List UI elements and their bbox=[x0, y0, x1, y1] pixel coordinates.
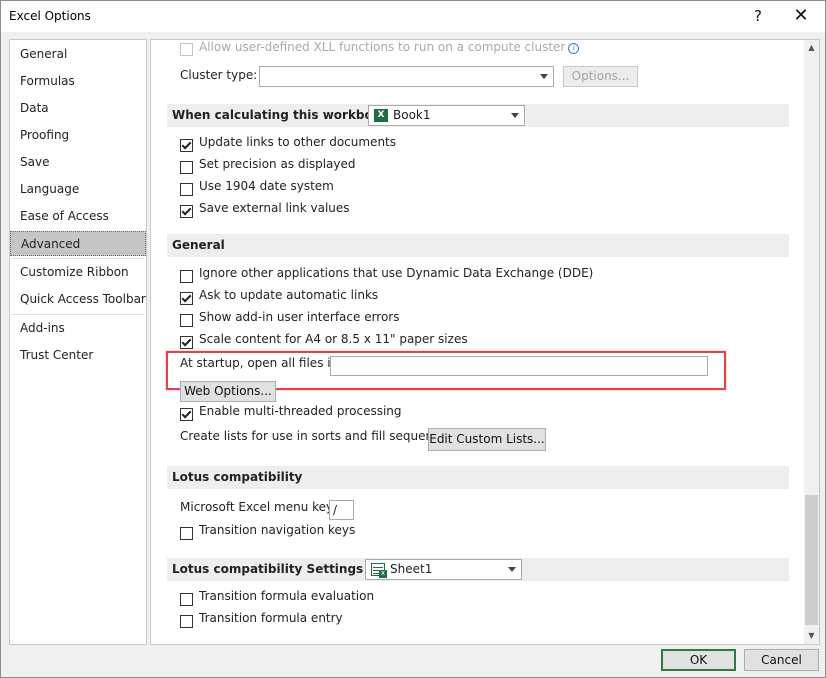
xll-cluster-checkbox[interactable] bbox=[180, 43, 193, 56]
multithreaded-checkbox[interactable] bbox=[180, 408, 193, 421]
edit-custom-lists-button[interactable]: Edit Custom Lists... bbox=[428, 428, 546, 451]
menu-key-input[interactable]: / bbox=[329, 500, 354, 520]
sidebar-item-data[interactable]: Data bbox=[10, 96, 146, 121]
save-external-link-checkbox[interactable] bbox=[180, 205, 193, 218]
ignore-dde-checkbox[interactable] bbox=[180, 270, 193, 283]
dialog-title: Excel Options bbox=[9, 9, 91, 23]
scale-content-label: Scale content for A4 or 8.5 x 11" paper … bbox=[199, 332, 468, 346]
excel-workbook-icon: X bbox=[374, 109, 388, 122]
transition-formula-eval-label: Transition formula evaluation bbox=[199, 589, 375, 603]
scroll-up-icon[interactable]: ▲ bbox=[804, 40, 819, 56]
transition-nav-keys-checkbox[interactable] bbox=[180, 527, 193, 540]
cluster-options-button[interactable]: Options... bbox=[563, 66, 638, 87]
section-header-general: General bbox=[167, 234, 789, 257]
sidebar-item-general[interactable]: General bbox=[10, 42, 146, 67]
chevron-down-icon bbox=[511, 113, 519, 118]
sheet-dropdown[interactable]: Sheet1 bbox=[365, 559, 522, 580]
sidebar-item-advanced[interactable]: Advanced bbox=[10, 231, 146, 256]
date-1904-checkbox[interactable] bbox=[180, 183, 193, 196]
transition-formula-entry-label: Transition formula entry bbox=[199, 611, 343, 625]
sidebar-item-trust-center[interactable]: Trust Center bbox=[10, 343, 146, 368]
sidebar-item-language[interactable]: Language bbox=[10, 177, 146, 202]
category-sidebar: General Formulas Data Proofing Save Lang… bbox=[9, 39, 147, 645]
show-addin-errors-checkbox[interactable] bbox=[180, 314, 193, 327]
sidebar-divider bbox=[11, 258, 144, 259]
title-bar: Excel Options ? ✕ bbox=[1, 1, 825, 32]
sidebar-item-add-ins[interactable]: Add-ins bbox=[10, 316, 146, 341]
section-header-lotus: Lotus compatibility bbox=[167, 466, 789, 489]
sidebar-item-ease-of-access[interactable]: Ease of Access bbox=[10, 204, 146, 229]
excel-options-dialog: Excel Options ? ✕ General Formulas Data … bbox=[0, 0, 826, 678]
sidebar-divider bbox=[11, 314, 144, 315]
save-external-link-label: Save external link values bbox=[199, 201, 350, 215]
close-icon: ✕ bbox=[793, 5, 809, 26]
menu-key-label: Microsoft Excel menu key: bbox=[180, 500, 337, 514]
date-1904-label: Use 1904 date system bbox=[199, 179, 334, 193]
sidebar-item-customize-ribbon[interactable]: Customize Ribbon bbox=[10, 260, 146, 285]
custom-lists-label: Create lists for use in sorts and fill s… bbox=[180, 429, 458, 443]
transition-nav-keys-label: Transition navigation keys bbox=[199, 523, 356, 537]
scroll-down-icon[interactable]: ▼ bbox=[804, 628, 819, 644]
ask-update-links-label: Ask to update automatic links bbox=[199, 288, 379, 302]
update-links-checkbox[interactable] bbox=[180, 139, 193, 152]
sidebar-item-proofing[interactable]: Proofing bbox=[10, 123, 146, 148]
ok-button[interactable]: OK bbox=[661, 649, 736, 671]
cluster-type-dropdown[interactable] bbox=[259, 66, 554, 87]
chevron-down-icon bbox=[508, 567, 516, 572]
ask-update-links-checkbox[interactable] bbox=[180, 292, 193, 305]
startup-folder-label: At startup, open all files in: bbox=[180, 356, 343, 370]
xll-cluster-label: Allow user-defined XLL functions to run … bbox=[199, 40, 580, 54]
scrollbar-thumb[interactable] bbox=[805, 495, 818, 625]
close-button[interactable]: ✕ bbox=[781, 4, 821, 28]
web-options-button[interactable]: Web Options... bbox=[180, 381, 276, 402]
set-precision-checkbox[interactable] bbox=[180, 161, 193, 174]
worksheet-icon bbox=[371, 563, 387, 578]
multithreaded-label: Enable multi-threaded processing bbox=[199, 404, 402, 418]
sidebar-item-quick-access-toolbar[interactable]: Quick Access Toolbar bbox=[10, 287, 146, 312]
update-links-label: Update links to other documents bbox=[199, 135, 397, 149]
show-addin-errors-label: Show add-in user interface errors bbox=[199, 310, 400, 324]
cluster-type-label: Cluster type: bbox=[180, 68, 258, 82]
transition-formula-eval-checkbox[interactable] bbox=[180, 593, 193, 606]
vertical-scrollbar[interactable]: ▲ ▼ bbox=[804, 40, 819, 644]
set-precision-label: Set precision as displayed bbox=[199, 157, 356, 171]
cancel-button[interactable]: Cancel bbox=[744, 649, 819, 671]
sidebar-item-save[interactable]: Save bbox=[10, 150, 146, 175]
workbook-dropdown[interactable]: X Book1 bbox=[368, 105, 525, 126]
startup-folder-input[interactable] bbox=[330, 356, 708, 376]
ignore-dde-label: Ignore other applications that use Dynam… bbox=[199, 266, 594, 280]
chevron-down-icon bbox=[540, 74, 548, 79]
transition-formula-entry-checkbox[interactable] bbox=[180, 615, 193, 628]
help-button[interactable]: ? bbox=[738, 4, 778, 28]
advanced-options-panel: Allow user-defined XLL functions to run … bbox=[150, 39, 820, 645]
info-icon: i bbox=[568, 43, 580, 54]
scale-content-checkbox[interactable] bbox=[180, 336, 193, 349]
sidebar-item-formulas[interactable]: Formulas bbox=[10, 69, 146, 94]
